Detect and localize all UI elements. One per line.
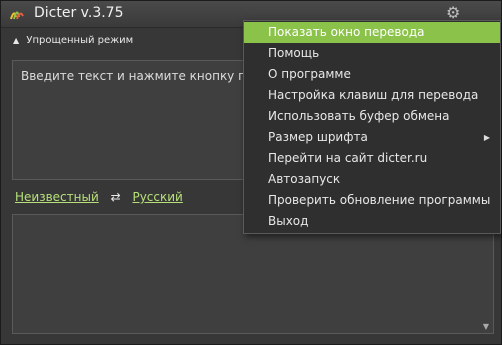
language-selector: Неизвестный ⇄ Русский [15, 190, 183, 204]
submenu-arrow-icon: ▶ [483, 133, 490, 142]
menu-item-label: Показать окно перевода [268, 25, 425, 39]
menu-item-label: Перейти на сайт dicter.ru [268, 151, 428, 165]
menu-item-label: Проверить обновление программы [268, 193, 491, 207]
source-language-link[interactable]: Неизвестный [15, 190, 99, 204]
menu-item-label: Помощь [268, 46, 320, 60]
menu-item-label: Автозапуск [268, 172, 341, 186]
swap-languages-icon[interactable]: ⇄ [111, 190, 121, 204]
menu-item-check-updates[interactable]: Проверить обновление программы [244, 190, 500, 211]
simple-mode-toggle[interactable]: ▲ Упрощенный режим [13, 35, 133, 46]
menu-item-exit[interactable]: Выход [244, 211, 500, 232]
menu-item-visit-website[interactable]: Перейти на сайт dicter.ru [244, 148, 500, 169]
menu-item-show-translation-window[interactable]: Показать окно перевода [244, 22, 500, 43]
menu-item-label: Настройка клавиш для перевода [268, 88, 479, 102]
target-language-link[interactable]: Русский [132, 190, 182, 204]
menu-item-hotkeys[interactable]: Настройка клавиш для перевода [244, 85, 500, 106]
source-text-input[interactable]: Введите текст и нажмите кнопку перев [12, 60, 275, 180]
simple-mode-label: Упрощенный режим [26, 35, 134, 46]
menu-item-autostart[interactable]: Автозапуск [244, 169, 500, 190]
window-title: Dicter v.3.75 [34, 5, 124, 21]
input-placeholder: Введите текст и нажмите кнопку перев [21, 69, 276, 83]
triangle-up-icon: ▲ [13, 36, 20, 45]
menu-item-label: Размер шрифта [268, 130, 368, 144]
settings-menu: Показать окно перевода Помощь О программ… [243, 20, 501, 234]
menu-item-label: Выход [268, 214, 309, 228]
dicter-logo-icon [10, 11, 24, 20]
menu-item-use-clipboard[interactable]: Использовать буфер обмена [244, 106, 500, 127]
gear-icon[interactable]: ⚙ [446, 5, 462, 21]
menu-item-about[interactable]: О программе [244, 64, 500, 85]
menu-item-help[interactable]: Помощь [244, 43, 500, 64]
menu-item-font-size[interactable]: Размер шрифта ▶ [244, 127, 500, 148]
menu-item-label: О программе [268, 67, 351, 81]
menu-item-label: Использовать буфер обмена [268, 109, 450, 123]
scroll-down-icon[interactable]: ▼ [483, 322, 489, 331]
